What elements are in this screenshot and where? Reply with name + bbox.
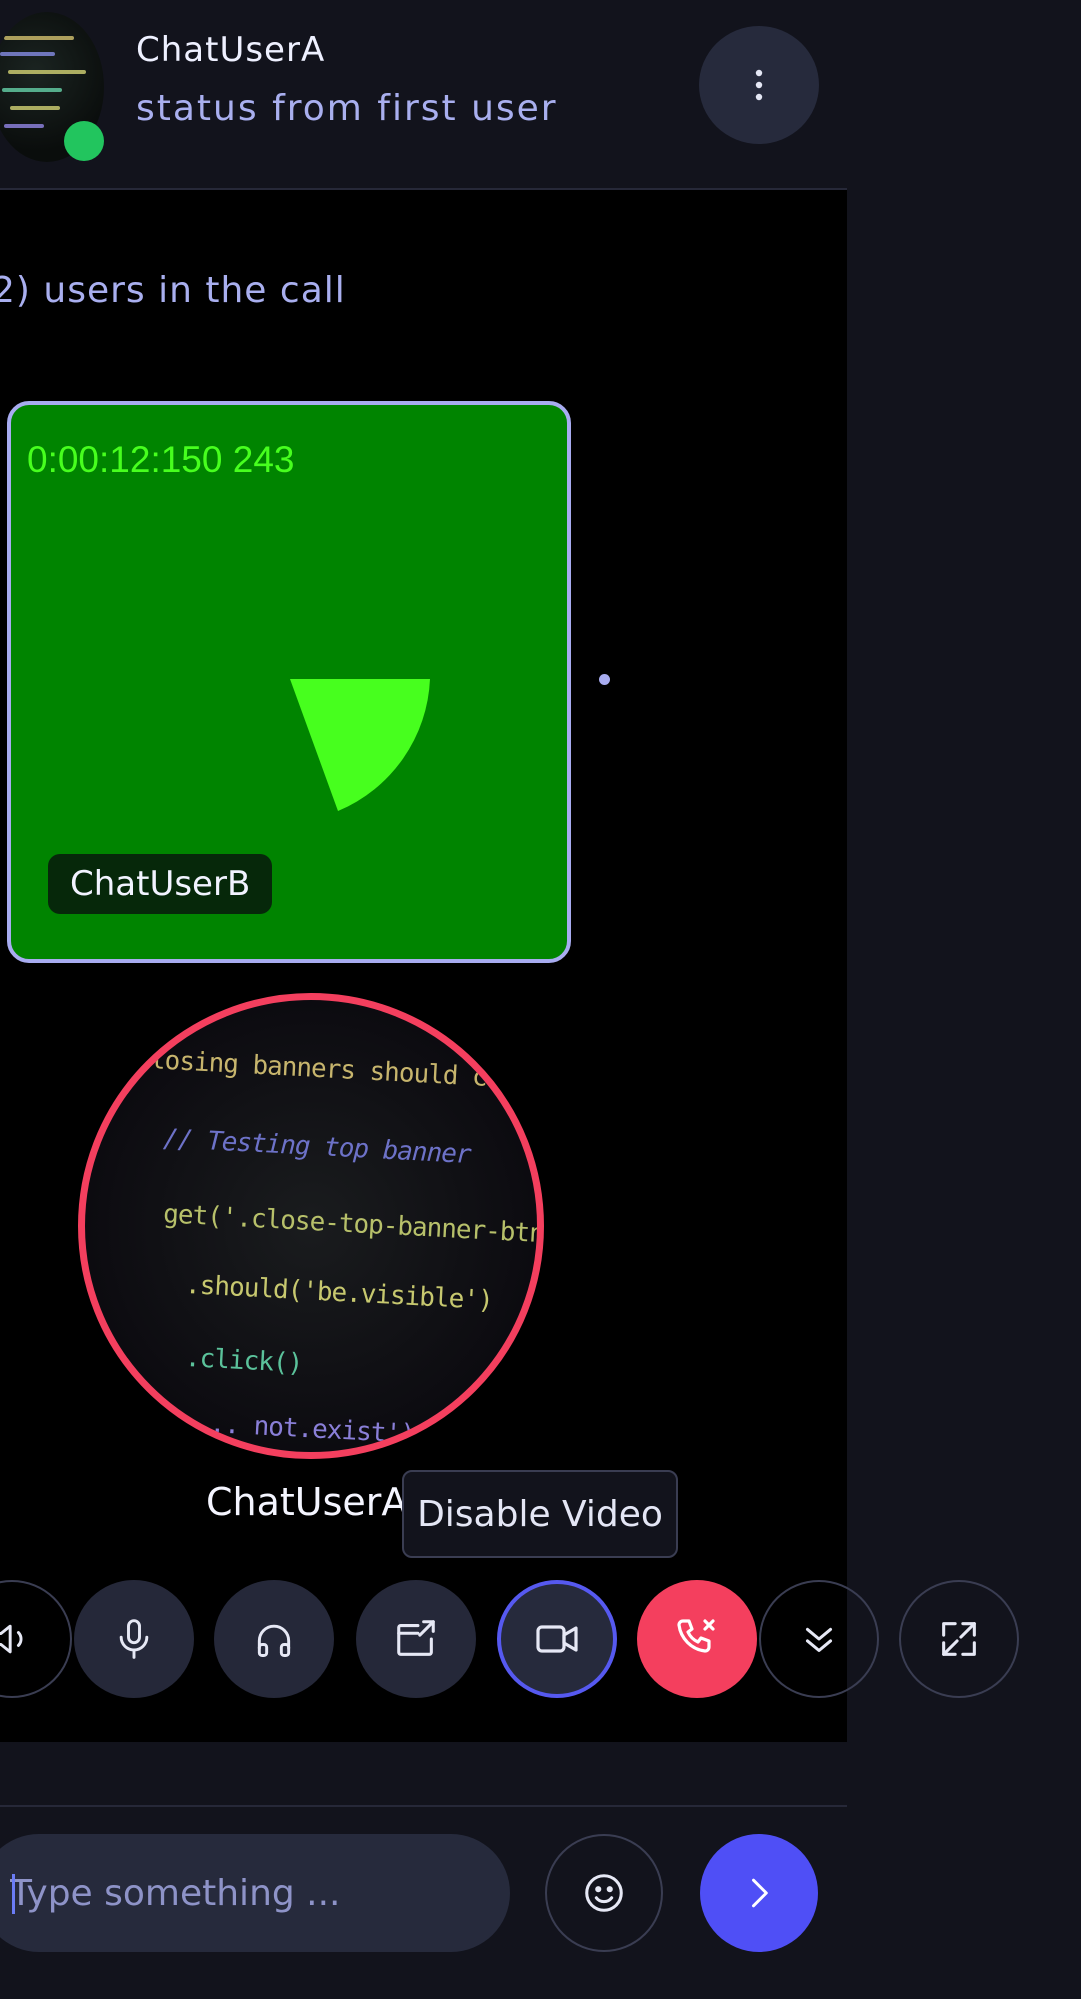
chat-user-name: ChatUserA (136, 30, 326, 70)
code-line: .should('be.visible') (184, 1269, 494, 1317)
code-line: ... not.exist') (194, 1408, 416, 1450)
loading-dot (599, 674, 610, 685)
chevron-right-icon (752, 1878, 768, 1908)
call-users-count: 2) users in the call (0, 270, 346, 311)
headphones-button[interactable] (214, 1580, 334, 1698)
external-window-icon (397, 1620, 435, 1656)
minimize-call-button[interactable] (759, 1580, 879, 1698)
emoji-button[interactable] (545, 1834, 663, 1952)
self-video-preview[interactable]: closing banners should close banners', (… (78, 993, 544, 1459)
more-options-button[interactable] (699, 26, 819, 144)
mute-mic-button[interactable] (74, 1580, 194, 1698)
chat-user-status: status from first user (136, 88, 558, 129)
video-timer-overlay: 0:00:12:150 243 (27, 439, 295, 480)
online-status-dot (64, 121, 104, 161)
tooltip-disable-video: Disable Video (402, 1470, 678, 1558)
self-user-name: ChatUserA (206, 1480, 408, 1524)
phone-hangup-icon (677, 1619, 715, 1653)
chevrons-down-icon (805, 1627, 833, 1653)
hang-up-button[interactable] (637, 1580, 757, 1698)
vertical-dots-icon (755, 69, 763, 101)
fullscreen-button[interactable] (899, 1580, 1019, 1698)
popout-window-button[interactable] (356, 1580, 476, 1698)
chat-header: ChatUserA status from first user (0, 0, 847, 190)
message-input[interactable] (0, 1834, 510, 1952)
code-line: .click() (184, 1342, 303, 1380)
remote-video-tile[interactable]: 0:00:12:150 243 ChatUserB (7, 401, 571, 963)
text-caret (12, 1874, 15, 1914)
code-line: get('.close-top-banner-btn') (162, 1199, 544, 1251)
video-test-pattern-shape (290, 679, 430, 811)
video-camera-icon (536, 1625, 578, 1653)
remote-user-name-label: ChatUserB (48, 854, 273, 914)
disable-video-button[interactable] (497, 1580, 617, 1698)
headphones-icon (257, 1624, 291, 1657)
composer-divider (0, 1805, 847, 1807)
microphone-icon (119, 1619, 149, 1659)
code-line: // Testing top banner (162, 1123, 472, 1171)
smiley-icon (585, 1874, 623, 1912)
expand-icon (942, 1622, 976, 1656)
speaker-icon (0, 1624, 23, 1654)
send-button[interactable] (700, 1834, 818, 1952)
